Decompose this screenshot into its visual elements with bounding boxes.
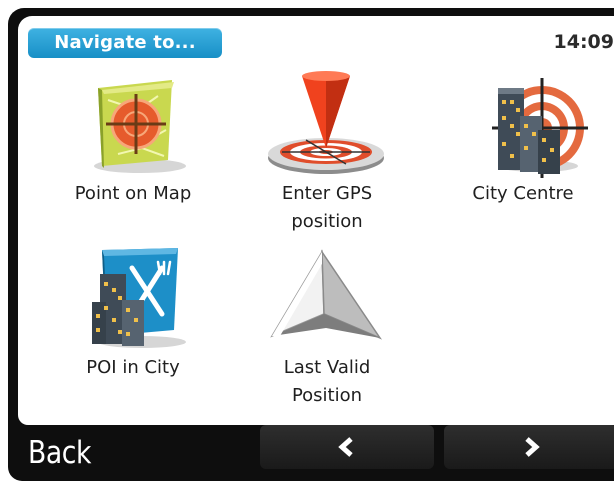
menu-item-label: Enter GPS: [281, 183, 373, 204]
menu-item-point-on-map[interactable]: Point on Map: [48, 70, 218, 208]
menu-item-label: City Centre: [472, 183, 574, 204]
next-page-button[interactable]: [444, 425, 614, 469]
city-centre-icon: [458, 70, 588, 178]
poi-in-city-icon: [68, 244, 198, 352]
point-on-map-icon: [68, 70, 198, 178]
chevron-right-icon: [525, 437, 540, 457]
chevron-left-icon: [338, 437, 353, 457]
gps-position-icon: [262, 70, 392, 178]
last-valid-position-icon: [262, 244, 392, 352]
device-frame: Navigate to... 14:09 Point on Map Enter …: [8, 8, 614, 481]
menu-item-label: Last Valid: [283, 357, 371, 378]
back-button[interactable]: Back: [28, 431, 131, 475]
menu-item-label: Point on Map: [74, 183, 192, 204]
clock: 14:09: [553, 31, 614, 53]
menu-item-last-valid-position[interactable]: Last Valid Position: [242, 244, 412, 410]
previous-page-button[interactable]: [260, 425, 434, 469]
menu-item-enter-gps-position[interactable]: Enter GPS position: [242, 70, 412, 236]
menu-item-poi-in-city[interactable]: POI in City: [48, 244, 218, 382]
menu-item-label: POI in City: [86, 357, 180, 378]
menu-item-label-line2: position: [291, 211, 363, 232]
bottom-bar: Back: [8, 425, 614, 481]
page-title: Navigate to...: [28, 28, 222, 58]
menu-item-label-line2: Position: [291, 385, 363, 406]
navigation-screen: Navigate to... 14:09 Point on Map Enter …: [18, 16, 614, 425]
menu-item-city-centre[interactable]: City Centre: [438, 70, 608, 208]
